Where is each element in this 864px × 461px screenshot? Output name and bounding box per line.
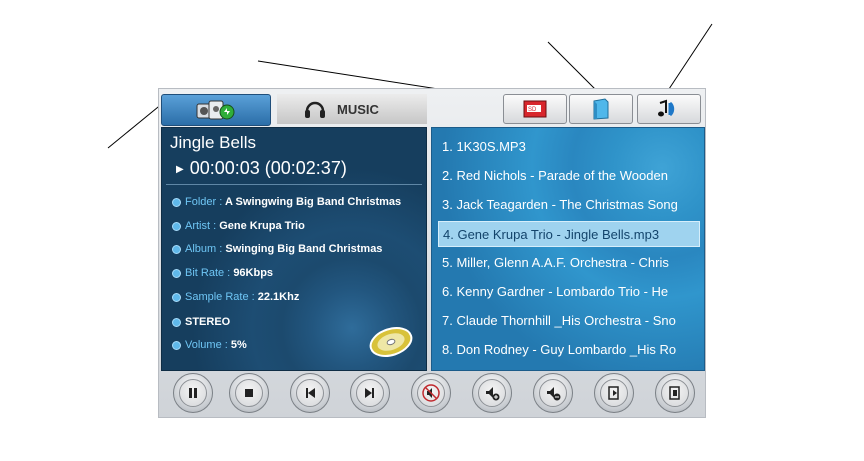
previous-track-button[interactable] — [290, 373, 330, 413]
bullet-icon — [172, 244, 181, 254]
playlist-item[interactable]: 5. Miller, Glenn A.A.F. Orchestra - Chri… — [438, 250, 700, 276]
folder-button[interactable] — [569, 94, 633, 124]
stop-button[interactable] — [229, 373, 269, 413]
stop-icon — [245, 389, 253, 397]
tab-home[interactable] — [161, 94, 271, 126]
sd-card-icon: SD — [523, 100, 547, 118]
repeat-icon — [608, 386, 619, 400]
artist-value: Gene Krupa Trio — [219, 220, 305, 232]
folder-value: A Swingwing Big Band Christmas — [224, 196, 402, 208]
pause-icon — [189, 388, 197, 398]
playlist-item[interactable]: 1. 1K30S.MP3 — [438, 134, 700, 160]
pause-button[interactable] — [173, 373, 213, 413]
info-bitrate: Bit Rate : 96Kbps — [172, 267, 273, 279]
volume-value: 5% — [230, 339, 247, 351]
info-samplerate: Sample Rate : 22.1Khz — [172, 291, 299, 303]
next-track-icon — [365, 388, 374, 398]
playlist-item[interactable]: 2. Red Nichols - Parade of the Wooden — [438, 163, 700, 189]
volume-down-button[interactable] — [533, 373, 573, 413]
volume-up-button[interactable] — [472, 373, 512, 413]
bullet-icon — [172, 292, 181, 302]
info-mode: STEREO — [172, 316, 230, 328]
playlist-item[interactable]: 7. Claude Thornhill _His Orchestra - Sno — [438, 308, 700, 334]
playlist-item-selected[interactable]: 4. Gene Krupa Trio - Jingle Bells.mp3 — [438, 221, 700, 247]
divider — [166, 184, 422, 185]
callout-line-folder — [547, 41, 599, 93]
playlist-panel[interactable]: 1. 1K30S.MP3 2. Red Nichols - Parade of … — [431, 127, 705, 371]
volume-up-icon — [486, 387, 500, 401]
now-playing-panel: Jingle Bells ▶ 00:00:03 (00:02:37) Folder… — [161, 127, 427, 371]
info-folder: Folder : A Swingwing Big Band Christmas — [172, 196, 401, 208]
music-player-window: MUSIC SD Jingle Bells ▶ 00:00:03 (00:02:3… — [158, 88, 706, 418]
headphones-icon — [305, 101, 325, 118]
callout-line-home-tab — [107, 102, 164, 149]
svg-text:SD: SD — [528, 107, 537, 113]
mute-icon — [422, 384, 440, 402]
mode-value: STEREO — [185, 316, 231, 328]
folder-icon — [593, 98, 609, 120]
info-artist: Artist : Gene Krupa Trio — [172, 220, 305, 232]
sd-card-button[interactable]: SD — [503, 94, 567, 124]
next-track-button[interactable] — [350, 373, 390, 413]
tab-music[interactable]: MUSIC — [277, 94, 427, 124]
tab-music-label: MUSIC — [337, 101, 379, 117]
bitrate-value: 96Kbps — [233, 267, 274, 279]
time-value: 00:00:03 (00:02:37) — [189, 158, 347, 178]
exit-button[interactable] — [655, 373, 695, 413]
play-indicator-icon: ▶ — [176, 163, 184, 175]
track-time: ▶ 00:00:03 (00:02:37) — [176, 158, 347, 179]
playlist-item[interactable]: 3. Jack Teagarden - The Christmas Song — [438, 192, 700, 218]
disc-icon — [369, 327, 413, 357]
previous-track-icon — [306, 388, 315, 398]
bullet-icon — [172, 221, 181, 231]
track-title: Jingle Bells — [170, 133, 256, 152]
bullet-icon — [172, 317, 181, 327]
album-value: Swinging Big Band Christmas — [225, 243, 383, 255]
volume-down-icon — [547, 387, 561, 401]
samplerate-value: 22.1Khz — [257, 291, 300, 303]
callout-line-music-library — [666, 23, 713, 93]
bullet-icon — [172, 197, 181, 207]
info-volume: Volume : 5% — [172, 339, 247, 351]
mute-button[interactable] — [411, 373, 451, 413]
info-album: Album : Swinging Big Band Christmas — [172, 243, 382, 255]
music-library-button[interactable] — [637, 94, 701, 124]
bullet-icon — [172, 268, 181, 278]
bullet-icon — [172, 340, 181, 350]
home-devices-icon — [196, 100, 235, 120]
music-library-icon — [658, 99, 675, 117]
repeat-button[interactable] — [594, 373, 634, 413]
exit-icon — [669, 386, 680, 400]
playlist-item[interactable]: 8. Don Rodney - Guy Lombardo _His Ro — [438, 337, 700, 363]
playlist-item[interactable]: 6. Kenny Gardner - Lombardo Trio - He — [438, 279, 700, 305]
